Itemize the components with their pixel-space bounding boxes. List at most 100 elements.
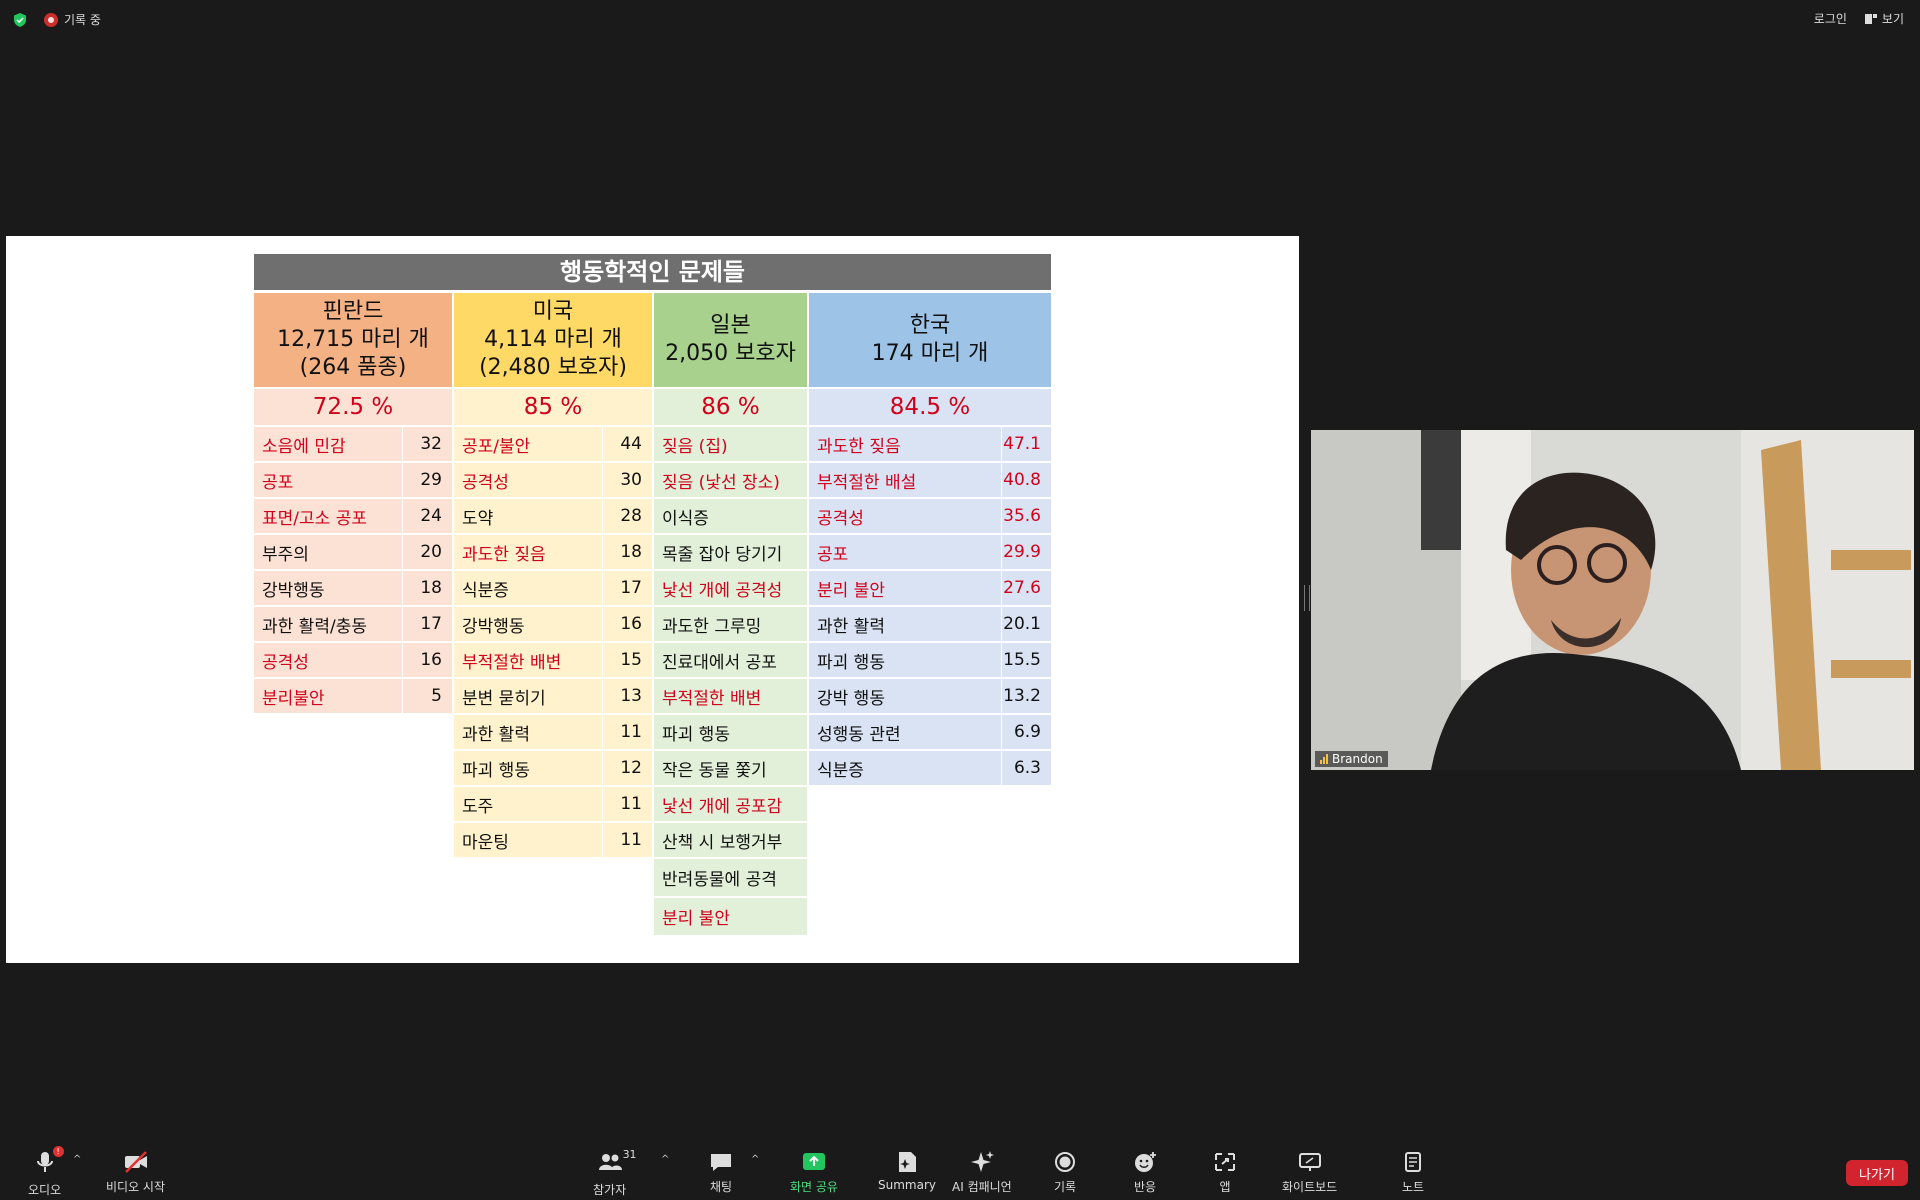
notes-label: 노트 (1401, 1180, 1425, 1194)
problem-label: 이식증 (662, 508, 709, 529)
chat-label: 채팅 (709, 1180, 733, 1194)
problem-label: 분리불안 (254, 679, 403, 713)
table-row: 강박 행동 13.2 (809, 679, 1051, 713)
participants-button[interactable]: 31 참가자 (593, 1148, 637, 1198)
view-label: 보기 (1881, 12, 1904, 26)
participants-icon (598, 1154, 622, 1170)
problem-list: 공포/불안 44 공격성 30 도약 28 과도한 짖음 18 식분증 17 강박행동 16 부적절한 … (454, 427, 654, 857)
column-usa: 미국 4,114 마리 개 (2,480 보호자) 85 % 공포/불안 44 공격… (454, 293, 654, 857)
problem-label: 공격성 (254, 643, 403, 677)
problem-label: 짖음 (낯선 장소) (662, 472, 780, 493)
problem-value: 32 (420, 434, 442, 454)
sample-size: 174 마리 개 (871, 341, 989, 366)
whiteboard-label: 화이트보드 (1282, 1180, 1338, 1194)
table-row: 낯선 개에 공격성 (654, 571, 809, 605)
problem-value: 11 (620, 830, 642, 850)
column-finland: 핀란드 12,715 마리 개 (264 품종) 72.5 % 소음에 민감 32… (254, 293, 454, 713)
participant-name-tag: Brandon (1315, 751, 1388, 767)
problem-value: 17 (620, 578, 642, 598)
participants-label: 참가자 (593, 1183, 627, 1197)
split-view-resize-handle[interactable] (1304, 585, 1310, 611)
problem-value: 44 (620, 434, 642, 454)
table-row: 도약 28 (454, 499, 654, 533)
apps-label: 앱 (1219, 1180, 1231, 1194)
chat-button[interactable]: 채팅 (708, 1150, 734, 1195)
problem-value: 35.6 (1003, 506, 1041, 526)
problem-label: 공격성 (809, 499, 1002, 533)
problem-label: 공포 (254, 463, 403, 497)
recording-indicator[interactable]: 기록 중 (44, 11, 101, 28)
whiteboard-icon (1298, 1153, 1321, 1171)
view-layout-icon (1864, 13, 1877, 24)
problem-label: 과도한 그루밍 (662, 616, 762, 637)
record-button[interactable]: 기록 (1052, 1150, 1078, 1195)
problem-label: 낯선 개에 공격성 (662, 580, 783, 601)
problem-value: 47.1 (1003, 434, 1041, 454)
whiteboard-button[interactable]: 화이트보드 (1282, 1150, 1337, 1195)
problem-label: 부주의 (254, 535, 403, 569)
start-video-button[interactable]: 비디오 시작 (106, 1150, 165, 1195)
problem-value: 6.9 (1013, 722, 1041, 742)
table-row: 이식증 (654, 499, 809, 533)
table-row: 반려동물에 공격 (654, 859, 809, 896)
prevalence-percent: 86 % (654, 389, 809, 425)
table-row: 소음에 민감 32 (254, 427, 454, 461)
alert-badge: ! (52, 1146, 64, 1157)
leave-button[interactable]: 나가기 (1846, 1160, 1908, 1186)
reactions-button[interactable]: 반응 (1132, 1150, 1158, 1195)
participants-count: 31 (622, 1148, 637, 1161)
video-off-icon (124, 1151, 147, 1173)
table-row: 분변 묻히기 13 (454, 679, 654, 713)
table-row: 짖음 (낯선 장소) (654, 463, 809, 497)
summary-button[interactable]: Summary (878, 1150, 936, 1192)
participant-video-tile[interactable]: Brandon (1311, 430, 1914, 770)
table-row: 식분증 17 (454, 571, 654, 605)
table-row: 강박행동 16 (454, 607, 654, 641)
table-row: 마운팅 11 (454, 823, 654, 857)
problem-value: 5 (431, 686, 442, 706)
table-row: 식분증 6.3 (809, 751, 1051, 785)
column-korea: 한국 174 마리 개 84.5 % 과도한 짖음 47.1 부적절한 배설 40.8… (809, 293, 1051, 785)
problem-label: 식분증 (454, 571, 603, 605)
problem-label: 도주 (454, 787, 603, 821)
problem-value: 17 (420, 614, 442, 634)
column-header: 일본 2,050 보호자 (654, 293, 809, 387)
problem-label: 공포/불안 (454, 427, 603, 461)
share-screen-button[interactable]: 화면 공유 (790, 1150, 838, 1195)
table-row: 성행동 관련 6.9 (809, 715, 1051, 749)
problem-label: 분리 불안 (662, 909, 730, 929)
apps-button[interactable]: 앱 (1212, 1150, 1238, 1195)
problem-label: 과도한 짖음 (809, 427, 1002, 461)
sample-size: 12,715 마리 개 (277, 327, 429, 352)
country-name: 일본 (710, 313, 751, 338)
table-row: 과도한 그루밍 (654, 607, 809, 641)
problem-label: 진료대에서 공포 (662, 652, 777, 673)
table-row: 진료대에서 공포 (654, 643, 809, 677)
notes-button[interactable]: 노트 (1400, 1150, 1426, 1195)
video-label: 비디오 시작 (106, 1180, 166, 1194)
table-row: 과도한 짖음 47.1 (809, 427, 1051, 461)
sample-detail: (264 품종) (299, 355, 407, 380)
problem-value: 20.1 (1003, 614, 1041, 634)
table-row: 분리 불안 27.6 (809, 571, 1051, 605)
problem-label: 반려동물에 공격 (662, 870, 777, 890)
audio-options-chevron-icon[interactable]: ^ (73, 1154, 81, 1165)
problem-value: 18 (420, 578, 442, 598)
problem-label: 짖음 (집) (662, 436, 728, 457)
audio-label: 오디오 (28, 1183, 62, 1197)
participant-name: Brandon (1332, 752, 1383, 766)
table-row: 파괴 행동 12 (454, 751, 654, 785)
problem-label: 낯선 개에 공포감 (662, 796, 783, 817)
audio-button[interactable]: ! 오디오 (28, 1146, 64, 1198)
share-screen-icon (802, 1153, 825, 1170)
column-japan: 일본 2,050 보호자 86 % 짖음 (집) 짖음 (낯선 장소) 이식증 목줄 … (654, 293, 809, 935)
ai-companion-button[interactable]: AI 컴패니언 (952, 1150, 1012, 1195)
login-button[interactable]: 로그인 (1814, 10, 1847, 27)
participants-options-chevron-icon[interactable]: ^ (661, 1154, 669, 1165)
summary-label: Summary (878, 1178, 936, 1192)
chat-options-chevron-icon[interactable]: ^ (751, 1154, 759, 1165)
shield-icon[interactable] (12, 12, 28, 28)
share-screen-label: 화면 공유 (790, 1180, 838, 1194)
view-button[interactable]: 보기 (1864, 10, 1904, 27)
problem-label: 파괴 행동 (809, 643, 1002, 677)
